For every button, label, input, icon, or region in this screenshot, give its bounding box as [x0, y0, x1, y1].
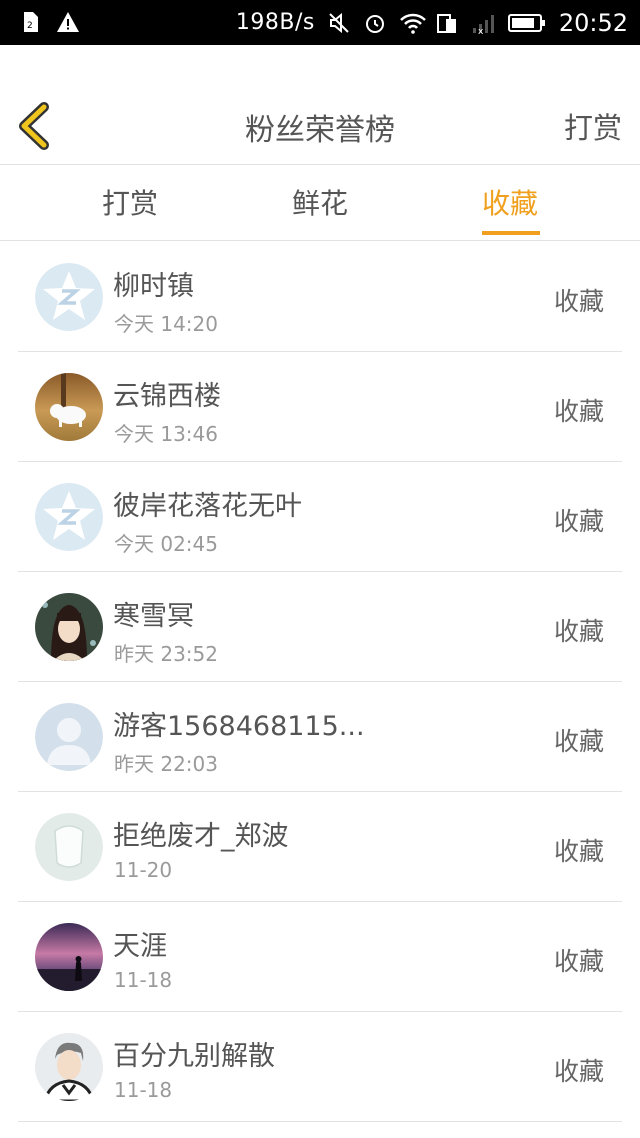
fan-time: 今天 02:45 [114, 532, 218, 556]
dual-sim-icon [435, 11, 459, 35]
fan-time: 今天 13:46 [114, 422, 218, 446]
fan-name: 拒绝废才_郑波 [113, 821, 289, 852]
fan-name: 云锦西楼 [113, 381, 221, 412]
fan-action: 收藏 [553, 287, 604, 316]
alarm-icon [363, 11, 387, 35]
fan-action: 收藏 [553, 727, 604, 756]
fan-name: 彼岸花落花无叶 [113, 491, 302, 522]
fan-list: 柳时镇 今天 14:20 收藏 云锦西楼 今天 13:46 收藏 彼岸花落花无叶… [18, 242, 622, 1122]
list-item[interactable]: 彼岸花落花无叶 今天 02:45 收藏 [18, 462, 622, 572]
fan-time: 11-18 [114, 1078, 173, 1102]
list-item[interactable]: 云锦西楼 今天 13:46 收藏 [18, 352, 622, 462]
fan-action: 收藏 [553, 1057, 604, 1086]
white-cat-photo [35, 373, 103, 441]
fan-name: 百分九别解散 [113, 1041, 275, 1072]
fan-time: 昨天 23:52 [114, 642, 218, 666]
active-tab-indicator [482, 231, 540, 235]
mute-icon [327, 11, 351, 35]
tab-favorites[interactable]: 收藏 [440, 166, 580, 241]
fan-name: 柳时镇 [113, 271, 194, 302]
fan-action: 收藏 [553, 947, 604, 976]
battery-icon [507, 11, 547, 35]
tab-bar: 打赏 鲜花 收藏 [0, 166, 640, 241]
tab-flowers[interactable]: 鲜花 [250, 166, 390, 241]
fan-time: 11-18 [114, 968, 173, 992]
signal-icon: x [471, 11, 495, 37]
default-person-avatar [35, 703, 103, 771]
fan-name: 寒雪冥 [113, 601, 194, 632]
fan-time: 昨天 22:03 [114, 752, 218, 776]
young-man-photo [35, 1033, 103, 1101]
fan-name: 游客1568468115... [113, 711, 365, 742]
fan-action: 收藏 [553, 397, 604, 426]
fan-action: 收藏 [553, 617, 604, 646]
blank-head-avatar [35, 813, 103, 881]
page-title: 粉丝荣誉榜 [245, 113, 395, 148]
list-item[interactable]: 拒绝废才_郑波 11-20 收藏 [18, 792, 622, 902]
svg-text:2: 2 [27, 21, 33, 31]
qq-star-avatar [35, 483, 103, 551]
list-item[interactable]: 寒雪冥 昨天 23:52 收藏 [18, 572, 622, 682]
wifi-icon [399, 11, 426, 35]
list-item[interactable]: 游客1568468115... 昨天 22:03 收藏 [18, 682, 622, 792]
qq-star-avatar [35, 263, 103, 331]
fan-time: 11-20 [114, 858, 173, 882]
fan-action: 收藏 [553, 507, 604, 536]
status-clock: 20:52 [558, 8, 628, 37]
list-item[interactable]: 百分九别解散 11-18 收藏 [18, 1012, 622, 1122]
tab-reward[interactable]: 打赏 [60, 166, 200, 241]
network-speed: 198B/s [235, 10, 315, 35]
status-bar: 2 198B/s x 20:52 [0, 0, 640, 45]
sim-card-icon: 2 [18, 10, 42, 34]
fan-name: 天涯 [113, 931, 167, 962]
sunset-silhouette-photo [35, 923, 103, 991]
list-item[interactable]: 天涯 11-18 收藏 [18, 902, 622, 1012]
svg-text:x: x [478, 27, 484, 35]
anime-girl-avatar [35, 593, 103, 661]
reward-button[interactable]: 打赏 [564, 105, 622, 147]
header-bar: 粉丝荣誉榜 打赏 [0, 45, 640, 165]
warning-icon [56, 10, 80, 34]
fan-action: 收藏 [553, 837, 604, 866]
list-item[interactable]: 柳时镇 今天 14:20 收藏 [18, 242, 622, 352]
fan-time: 今天 14:20 [114, 312, 218, 336]
